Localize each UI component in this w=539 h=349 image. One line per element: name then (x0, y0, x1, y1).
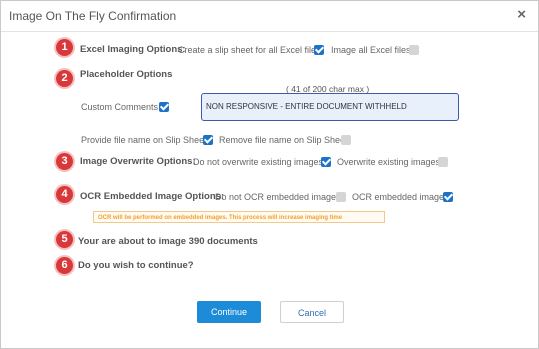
no-ocr-checkbox[interactable] (336, 192, 346, 202)
overwrite-checkbox[interactable] (438, 157, 448, 167)
no-overwrite-label: Do not overwrite existing images (193, 157, 324, 167)
ocr-checkbox[interactable] (443, 192, 453, 202)
step-badge-6: 6 (56, 257, 73, 274)
dialog-title: Image On The Fly Confirmation (9, 9, 177, 23)
remove-filename-checkbox[interactable] (341, 135, 351, 145)
custom-comments-label: Custom Comments (81, 102, 159, 112)
dialog-header: Image On The Fly Confirmation × (1, 1, 538, 32)
remove-filename-label: Remove file name on Slip Sheet (219, 135, 348, 145)
excel-slip-sheet-checkbox[interactable] (314, 45, 324, 55)
close-icon[interactable]: × (517, 6, 526, 23)
cancel-button[interactable]: Cancel (280, 301, 344, 323)
excel-image-all-checkbox[interactable] (409, 45, 419, 55)
provide-filename-label: Provide file name on Slip Sheet (81, 135, 207, 145)
ocr-warning: OCR will be performed on embedded images… (93, 211, 385, 223)
excel-image-all-label: Image all Excel files (331, 45, 411, 55)
step-badge-1: 1 (56, 39, 73, 56)
overwrite-label: Overwrite existing images (337, 157, 441, 167)
about-to-image-text: Your are about to image 390 documents (78, 236, 258, 247)
step-badge-3: 3 (56, 153, 73, 170)
step-badge-2: 2 (56, 70, 73, 87)
placeholder-options-label: Placeholder Options (80, 69, 173, 80)
ocr-options-label: OCR Embedded Image Options: (80, 191, 225, 202)
continue-question-text: Do you wish to continue? (78, 260, 194, 271)
step-badge-5: 5 (56, 231, 73, 248)
no-overwrite-checkbox[interactable] (321, 157, 331, 167)
custom-comments-checkbox[interactable] (159, 102, 169, 112)
overwrite-options-label: Image Overwrite Options: (80, 156, 196, 167)
provide-filename-checkbox[interactable] (203, 135, 213, 145)
excel-options-label: Excel Imaging Options: (80, 44, 186, 55)
ocr-label: OCR embedded images (352, 192, 449, 202)
step-badge-4: 4 (56, 186, 73, 203)
confirmation-dialog: Image On The Fly Confirmation × 1 Excel … (0, 0, 539, 349)
excel-slip-sheet-label: Create a slip sheet for all Excel files (178, 45, 321, 55)
continue-button[interactable]: Continue (197, 301, 261, 323)
no-ocr-label: Do not OCR embedded images (215, 192, 341, 202)
custom-comment-input[interactable]: NON RESPONSIVE - ENTIRE DOCUMENT WITHHEL… (201, 93, 459, 121)
